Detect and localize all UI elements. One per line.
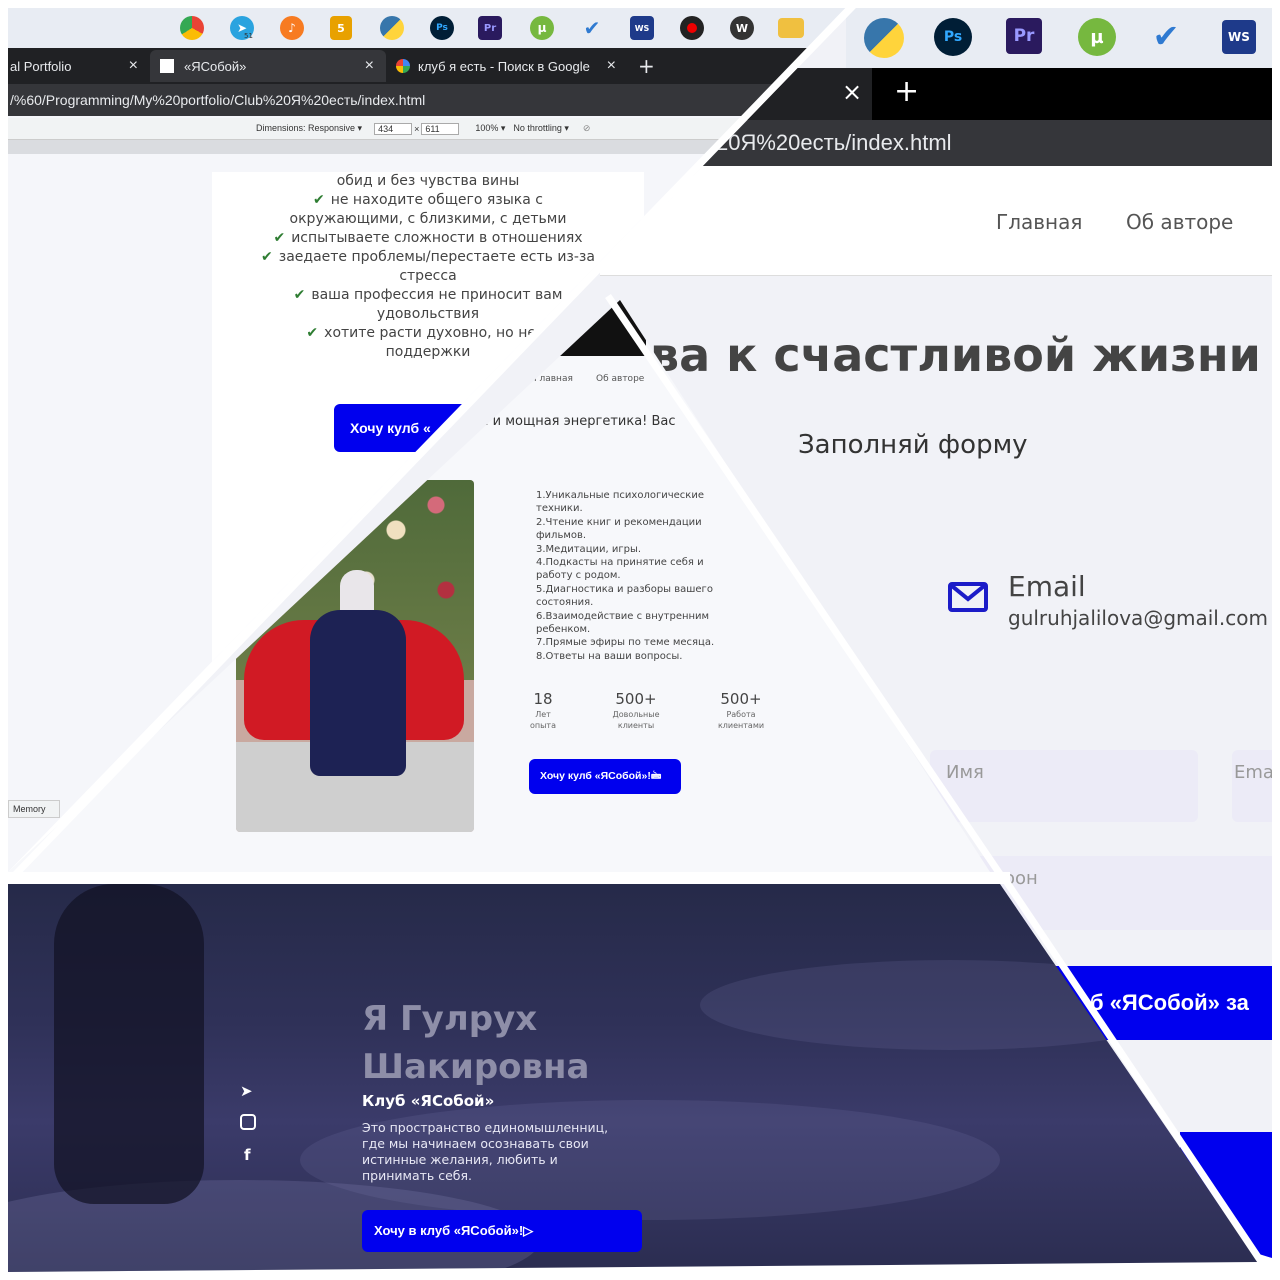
collage-stage: ➤ 51 ♪ 5 Ps Pr µ ✔ WS W al Portfolio × «… <box>0 0 1280 1280</box>
collage-diagonals <box>11 3 1267 1268</box>
